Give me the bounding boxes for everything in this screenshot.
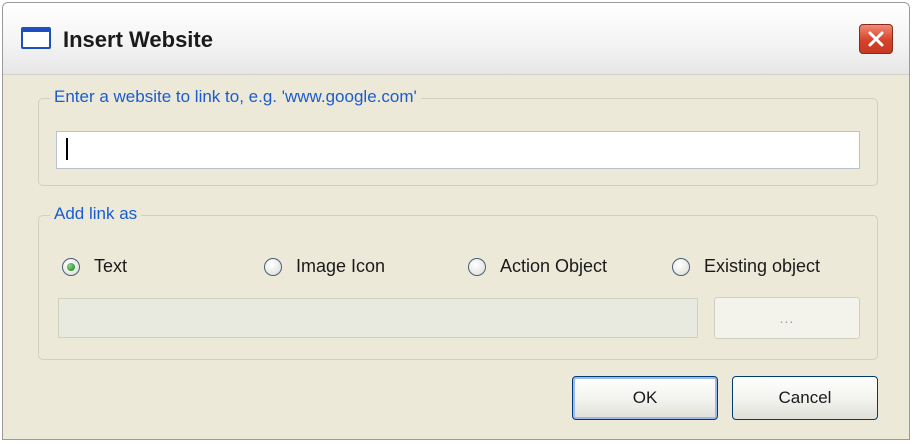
ok-button[interactable]: OK [572,376,718,420]
radio-image-icon[interactable]: Image Icon [264,256,385,277]
text-caret [66,138,68,160]
window-icon [21,27,51,49]
radio-text[interactable]: Text [62,256,127,277]
radio-action-object[interactable]: Action Object [468,256,607,277]
radio-label-image-icon: Image Icon [296,256,386,276]
browse-button: ... [714,297,860,339]
radio-button[interactable] [264,257,282,276]
close-icon [868,31,884,47]
website-input[interactable] [56,131,860,169]
radio-button-checked[interactable] [62,257,80,276]
add-link-group-label: Add link as [50,204,142,224]
website-group-label: Enter a website to link to, e.g. 'www.go… [50,87,421,107]
cancel-button[interactable]: Cancel [732,376,878,420]
radio-existing-object[interactable]: Existing object [672,256,820,277]
radio-label-action-object: Action Object [500,256,608,276]
title-bar[interactable]: Insert Website [3,3,909,75]
dialog-title: Insert Website [63,27,213,52]
radio-button[interactable] [672,257,690,276]
close-button[interactable] [859,24,893,54]
object-path-field [58,298,698,338]
radio-button[interactable] [468,257,486,276]
radio-label-text: Text [94,256,128,276]
radio-label-existing-object: Existing object [704,256,821,276]
